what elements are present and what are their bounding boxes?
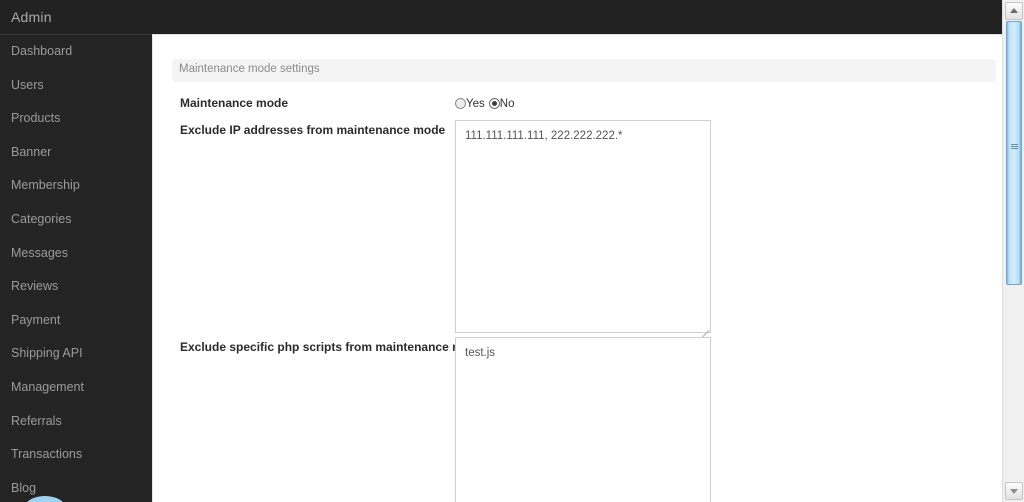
label-exclude-ip-addresses: Exclude IP addresses from maintenance mo… [180, 123, 446, 137]
sidebar-item-dashboard[interactable]: Dashboard [0, 35, 152, 69]
sidebar-item-management[interactable]: Management [0, 371, 152, 405]
maintenance-mode-option-yes[interactable]: Yes [455, 97, 485, 111]
sidebar-item-label: Messages [11, 245, 68, 260]
sidebar-item-label: Membership [11, 178, 80, 193]
label-maintenance-mode: Maintenance mode [180, 96, 289, 110]
scrollbar-thumb[interactable] [1006, 21, 1022, 285]
chevron-down-icon [1010, 489, 1018, 494]
radio-no-label: No [499, 98, 515, 110]
sidebar-item-blog[interactable]: Blog [0, 472, 152, 502]
sidebar-item-label: Users [11, 77, 44, 92]
sidebar-item-label: Transactions [11, 447, 83, 462]
app-brand-title: Admin [11, 9, 52, 25]
scroll-up-button[interactable] [1005, 2, 1023, 20]
scrollbar-grip-icon [1011, 144, 1018, 151]
radio-no-icon[interactable] [488, 98, 500, 110]
sidebar-item-label: Payment [11, 312, 61, 327]
sidebar-item-label: Referrals [11, 413, 62, 428]
panel-header: Maintenance mode settings [172, 59, 996, 82]
sidebar-item-products[interactable]: Products [0, 102, 152, 136]
sidebar-item-label: Management [11, 379, 84, 394]
sidebar-item-payment[interactable]: Payment [0, 304, 152, 338]
sidebar-item-messages[interactable]: Messages [0, 237, 152, 271]
main-content: Maintenance mode settings Maintenance mo… [152, 34, 1002, 502]
sidebar-item-transactions[interactable]: Transactions [0, 438, 152, 472]
sidebar-item-label: Banner [11, 144, 52, 159]
sidebar-item-label: Products [11, 111, 61, 126]
sidebar-nav[interactable]: Dashboard Users Products Banner Membership Ca… [0, 34, 152, 502]
sidebar-item-shipping-api[interactable]: Shipping API [0, 337, 152, 371]
sidebar-item-label: Blog [11, 480, 37, 495]
exclude-ip-addresses-textarea[interactable] [455, 120, 711, 333]
chevron-up-icon [1010, 8, 1018, 13]
sidebar-item-label: Shipping API [11, 346, 83, 361]
panel-header-title: Maintenance mode settings [179, 63, 320, 75]
sidebar-item-label: Dashboard [11, 44, 73, 58]
sidebar-item-referrals[interactable]: Referrals [0, 405, 152, 439]
radio-yes-label: Yes [466, 98, 485, 110]
vertical-scrollbar[interactable] [1002, 0, 1024, 502]
sidebar-item-reviews[interactable]: Reviews [0, 270, 152, 304]
top-bar: Admin [0, 0, 1002, 34]
sidebar-item-categories[interactable]: Categories [0, 203, 152, 237]
admin-app-window: Admin Dashboard Users Products Banner Member… [0, 0, 1002, 502]
exclude-php-scripts-textarea[interactable] [455, 337, 711, 502]
label-exclude-php-scripts: Exclude specific php scripts from mainte… [180, 340, 485, 354]
sidebar-item-membership[interactable]: Membership [0, 169, 152, 203]
maintenance-mode-radio-group[interactable]: Yes No [455, 97, 518, 111]
sidebar-item-label: Reviews [11, 279, 59, 294]
radio-yes-icon[interactable] [455, 98, 466, 110]
sidebar-item-label: Categories [11, 211, 72, 226]
maintenance-mode-option-no[interactable]: No [488, 97, 515, 111]
sidebar-item-banner[interactable]: Banner [0, 136, 152, 170]
sidebar-item-users[interactable]: Users [0, 69, 152, 103]
scroll-down-button[interactable] [1005, 482, 1023, 500]
